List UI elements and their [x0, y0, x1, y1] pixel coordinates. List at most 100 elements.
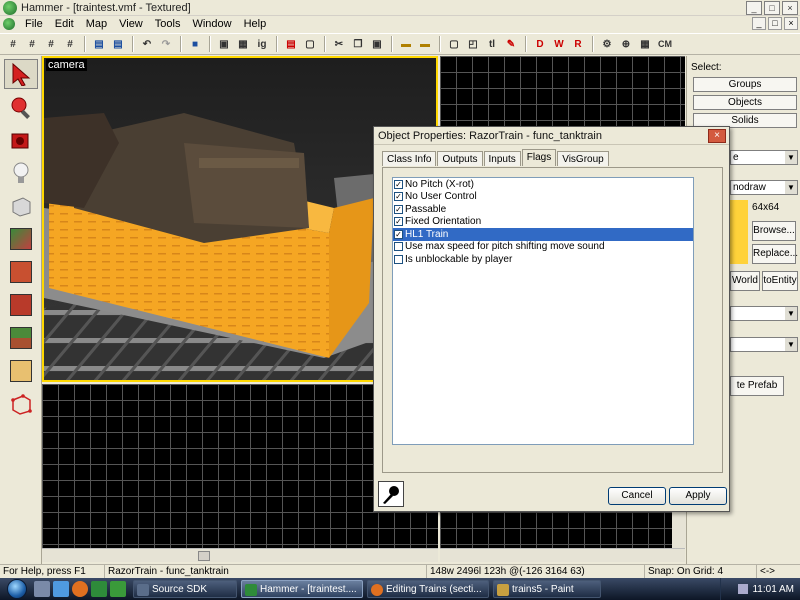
carve-icon[interactable]: ■: [186, 35, 204, 53]
to-entity-button[interactable]: toEntity: [762, 271, 798, 291]
decal-tool[interactable]: [4, 290, 38, 320]
show-desktop-icon[interactable]: [34, 581, 50, 597]
cancel-button[interactable]: Cancel: [608, 487, 666, 505]
camera-target-icon[interactable]: ⊕: [617, 35, 635, 53]
hide-icon[interactable]: ig: [253, 35, 271, 53]
flag-row[interactable]: ✓ Passable: [393, 203, 693, 216]
tab-class-info[interactable]: Class Info: [382, 151, 437, 166]
checkbox[interactable]: ✓: [394, 179, 403, 189]
copy-icon[interactable]: ❐: [349, 35, 367, 53]
checkbox[interactable]: ✓: [394, 204, 403, 214]
cordon-button[interactable]: CM: [655, 35, 675, 53]
save-window-state-icon[interactable]: ▤: [109, 35, 127, 53]
vertex-tool-icon[interactable]: ✎: [502, 35, 520, 53]
eyedropper-picker-button[interactable]: [378, 481, 404, 507]
camera-tool[interactable]: [4, 125, 38, 155]
check-map-icon[interactable]: R: [569, 35, 587, 53]
doc-minimize-button[interactable]: _: [752, 17, 766, 30]
to-world-button[interactable]: World: [730, 271, 760, 291]
side-view-hscrollbar[interactable]: [440, 548, 685, 562]
grid-toggle-icon[interactable]: #: [4, 35, 22, 53]
menu-help[interactable]: Help: [238, 18, 273, 30]
paste-icon[interactable]: ▣: [368, 35, 386, 53]
checkbox[interactable]: [394, 254, 403, 264]
hammer-quicklaunch-icon[interactable]: [91, 581, 107, 597]
checkbox[interactable]: ✓: [394, 229, 403, 239]
flag-row[interactable]: ✓ HL1 Train: [393, 228, 693, 241]
flag-row[interactable]: ✓ No Pitch (X-rot): [393, 178, 693, 191]
texture-lock-toggle-icon[interactable]: tl: [483, 35, 501, 53]
texture-application-tool[interactable]: [4, 224, 38, 254]
document-icon[interactable]: [3, 18, 15, 30]
undo-icon[interactable]: ↶: [138, 35, 156, 53]
minimize-button[interactable]: _: [746, 1, 762, 15]
objects-combo[interactable]: ▼: [730, 337, 798, 352]
grid-large-icon[interactable]: #: [61, 35, 79, 53]
group-icon[interactable]: ▣: [215, 35, 233, 53]
flag-row[interactable]: Use max speed for pitch shifting move so…: [393, 241, 693, 254]
tab-outputs[interactable]: Outputs: [437, 151, 483, 166]
category-combo[interactable]: ▼: [730, 306, 798, 321]
entity-report-icon[interactable]: ⚙: [598, 35, 616, 53]
scale-texture-lock-icon[interactable]: ▬: [416, 35, 434, 53]
apply-button[interactable]: Apply: [669, 487, 727, 505]
cut-icon[interactable]: ✂: [330, 35, 348, 53]
load-window-state-icon[interactable]: ▤: [90, 35, 108, 53]
menu-file[interactable]: File: [19, 18, 49, 30]
flag-row[interactable]: Is unblockable by player: [393, 253, 693, 266]
texture-group-combo[interactable]: e ▼: [730, 150, 798, 165]
cubemap-icon[interactable]: ▦: [636, 35, 654, 53]
maximize-button[interactable]: □: [764, 1, 780, 15]
close-button[interactable]: ×: [782, 1, 798, 15]
menu-tools[interactable]: Tools: [149, 18, 187, 30]
selection-box-icon[interactable]: ▢: [445, 35, 463, 53]
compile-icon[interactable]: D: [531, 35, 549, 53]
redo-icon[interactable]: ↷: [157, 35, 175, 53]
texture-lock-icon[interactable]: ▬: [397, 35, 415, 53]
overlay-tool[interactable]: [4, 323, 38, 353]
selection-tool[interactable]: [4, 59, 38, 89]
checkbox[interactable]: [394, 242, 403, 252]
task-firefox[interactable]: Editing Trains (secti...: [367, 580, 489, 598]
checkbox[interactable]: ✓: [394, 192, 403, 202]
task-hammer[interactable]: Hammer - [traintest....: [241, 580, 363, 598]
paste-region-icon[interactable]: ▢: [301, 35, 319, 53]
switch-windows-icon[interactable]: [53, 581, 69, 597]
run-map-icon[interactable]: W: [550, 35, 568, 53]
tab-inputs[interactable]: Inputs: [483, 151, 521, 166]
select-objects-button[interactable]: Objects: [693, 95, 797, 110]
flag-row[interactable]: ✓ No User Control: [393, 191, 693, 204]
doc-restore-button[interactable]: □: [768, 17, 782, 30]
firefox-icon[interactable]: [72, 581, 88, 597]
menu-window[interactable]: Window: [186, 18, 237, 30]
clock[interactable]: 11:01 AM: [752, 584, 794, 595]
replace-button[interactable]: Replace...: [752, 244, 798, 264]
volume-icon[interactable]: [738, 584, 749, 594]
grid-small-icon[interactable]: #: [42, 35, 60, 53]
task-paint[interactable]: trains5 - Paint: [493, 580, 601, 598]
menu-view[interactable]: View: [113, 18, 149, 30]
flag-row[interactable]: ✓ Fixed Orientation: [393, 216, 693, 229]
doc-close-button[interactable]: ×: [784, 17, 798, 30]
dialog-close-button[interactable]: ×: [708, 129, 726, 143]
apply-texture-tool[interactable]: [4, 257, 38, 287]
current-texture-combo[interactable]: nodraw ▼: [730, 180, 798, 195]
entity-tool[interactable]: [4, 158, 38, 188]
menu-edit[interactable]: Edit: [49, 18, 80, 30]
tab-visgroup[interactable]: VisGroup: [557, 151, 609, 166]
3d-grid-icon[interactable]: #: [23, 35, 41, 53]
vertex-manipulation-tool[interactable]: [4, 389, 38, 419]
browse-button[interactable]: Browse...: [752, 221, 796, 241]
checkbox[interactable]: ✓: [394, 217, 403, 227]
tab-flags[interactable]: Flags: [521, 149, 557, 166]
publisher-icon[interactable]: [110, 581, 126, 597]
select-by-handle-icon[interactable]: ◰: [464, 35, 482, 53]
start-button[interactable]: [0, 578, 34, 600]
block-tool[interactable]: [4, 191, 38, 221]
select-groups-button[interactable]: Groups: [693, 77, 797, 92]
magnify-tool[interactable]: [4, 92, 38, 122]
menu-map[interactable]: Map: [80, 18, 113, 30]
task-source-sdk[interactable]: Source SDK: [133, 580, 237, 598]
ungroup-icon[interactable]: ▦: [234, 35, 252, 53]
scroll-thumb[interactable]: [198, 551, 210, 561]
